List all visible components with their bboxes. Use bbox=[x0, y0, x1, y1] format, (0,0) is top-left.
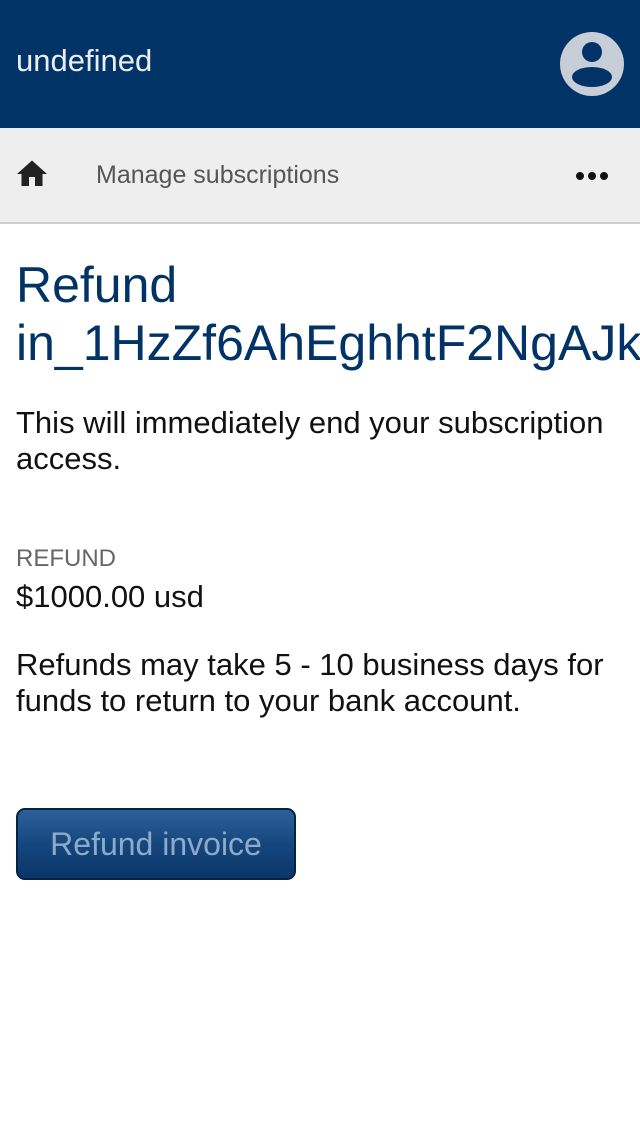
main-content: Refund in_1HzZf6AhEghhtF2NgAJk This will… bbox=[0, 226, 640, 1136]
app-title: undefined bbox=[16, 43, 153, 78]
app-header: undefined bbox=[0, 0, 640, 128]
account-circle-icon[interactable] bbox=[560, 32, 624, 96]
refund-invoice-button[interactable]: Refund invoice bbox=[16, 808, 296, 880]
manage-subscriptions-link[interactable]: Manage subscriptions bbox=[96, 160, 339, 190]
sub-navigation: Manage subscriptions bbox=[0, 128, 640, 224]
refund-amount: $1000.00 usd bbox=[16, 579, 204, 614]
home-icon[interactable] bbox=[14, 156, 50, 192]
refund-timing-note: Refunds may take 5 - 10 business days fo… bbox=[16, 647, 604, 718]
warning-message: This will immediately end your subscript… bbox=[16, 405, 604, 476]
invoice-id: in_1HzZf6AhEghhtF2NgAJk bbox=[16, 315, 640, 371]
page-title: Refund in_1HzZf6AhEghhtF2NgAJk bbox=[16, 256, 640, 372]
refund-label: REFUND bbox=[16, 545, 116, 572]
more-horizontal-icon[interactable] bbox=[570, 158, 614, 194]
page-title-line-1: Refund bbox=[16, 257, 178, 313]
